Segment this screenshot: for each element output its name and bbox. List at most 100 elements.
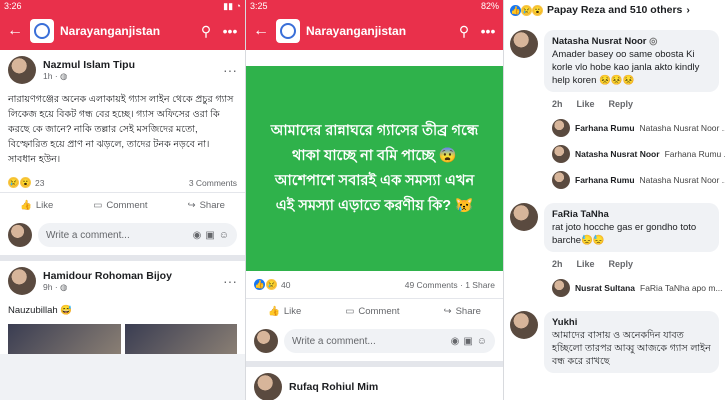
avatar[interactable] [510, 203, 538, 231]
wow-reaction-icon: 😮 [20, 177, 31, 188]
comment-author[interactable]: FaRia TaNha [552, 208, 711, 221]
reply-item[interactable]: Natasha Nusrat Noor Farhana Rumu ... [504, 141, 725, 167]
comment-count[interactable]: 49 Comments [405, 280, 458, 290]
sad-reaction-icon: 😢 [521, 5, 532, 16]
reply-author: Nusrat Sultana [575, 283, 635, 293]
post-more-icon[interactable]: ··· [223, 62, 237, 78]
share-icon: ↪ [443, 306, 452, 317]
screenshot-panel-2: 3:25 82% ← Narayanganjistan ⚲ ••• আমাদের… [245, 0, 503, 400]
comment-author[interactable]: Natasha Nusrat Noor ◎ [552, 35, 711, 48]
post-more-icon[interactable]: ··· [223, 273, 237, 289]
avatar [254, 329, 278, 353]
camera-icon[interactable]: ◉ [451, 336, 460, 347]
comment-age: 2h [552, 99, 563, 109]
back-arrow-icon[interactable]: ← [6, 22, 24, 40]
search-icon[interactable]: ⚲ [455, 23, 473, 40]
comment-author[interactable]: Yukhi [552, 316, 711, 329]
page-avatar[interactable] [276, 19, 300, 43]
comment-meta: 2h Like Reply [504, 256, 725, 275]
comment-item: Yukhi আমাদের বাসায় ও অনেকদিন যাবত হচ্ছি… [504, 307, 725, 377]
page-name[interactable]: Narayanganjistan [306, 24, 449, 38]
post-author[interactable]: Hamidour Rohoman Bijoy [43, 270, 216, 282]
reply-item[interactable]: Farhana Rumu Natasha Nusrat Noor ... [504, 115, 725, 141]
like-button[interactable]: 👍 Like [268, 306, 301, 317]
reply-item[interactable]: Nusrat Sultana FaRia TaNha apo m... [504, 275, 725, 301]
avatar [552, 119, 570, 137]
reply-author: Farhana Rumu [575, 123, 635, 133]
gif-icon[interactable]: ▣ [463, 336, 472, 347]
post-time: 9h · ◍ [43, 282, 216, 293]
camera-icon[interactable]: ◉ [193, 230, 202, 241]
thumbs-up-icon: 👍 [20, 200, 32, 211]
like-label: Like [283, 306, 302, 317]
avatar[interactable] [510, 311, 538, 339]
post-stats: 👍 😢 40 49 Comments · 1 Share [246, 271, 503, 298]
comment-reply-button[interactable]: Reply [609, 259, 634, 269]
post-text: নারায়ণগঞ্জের অনেক এলাকায়ই গ্যাস লাইন থ… [8, 94, 234, 165]
verified-icon: ◎ [649, 36, 658, 47]
comment-count[interactable]: 3 Comments [189, 178, 237, 188]
comment-meta: 2h Like Reply [504, 96, 725, 115]
comment-author-name: Natasha Nusrat Noor [552, 36, 647, 47]
more-icon[interactable]: ••• [221, 23, 239, 39]
like-label: Like [35, 200, 54, 211]
comment-button[interactable]: ▭ Comment [345, 306, 399, 317]
reactors-bar[interactable]: 👍😢😮 Papay Reza and 510 others › [504, 0, 725, 20]
like-button[interactable]: 👍 Like [20, 200, 53, 211]
comment-button[interactable]: ▭ Comment [93, 200, 147, 211]
avatar[interactable] [8, 56, 36, 84]
globe-icon: ◍ [60, 281, 68, 292]
comment-bubble: Yukhi আমাদের বাসায় ও অনেকদিন যাবত হচ্ছি… [544, 311, 719, 373]
comment-input[interactable]: Write a comment... ◉ ▣ ☺ [284, 329, 495, 353]
post-photos[interactable] [0, 324, 245, 354]
reply-text: Natasha Nusrat Noor ... [639, 175, 725, 185]
wow-reaction-icon: 😮 [532, 5, 543, 16]
emoji-icon[interactable]: ☺ [219, 230, 229, 241]
comment-reply-button[interactable]: Reply [609, 99, 634, 109]
comment-like-button[interactable]: Like [577, 99, 595, 109]
share-label: Share [455, 306, 481, 317]
avatar [8, 223, 32, 247]
comment-icon: ▭ [93, 200, 103, 211]
comment-text: আমাদের বাসায় ও অনেকদিন যাবত হচ্ছিলো তার… [552, 330, 711, 367]
reply-text: Farhana Rumu ... [664, 149, 725, 159]
reply-item[interactable]: Farhana Rumu Natasha Nusrat Noor ... [504, 167, 725, 193]
sad-reaction-icon: 😢 [266, 279, 277, 290]
back-arrow-icon[interactable]: ← [252, 22, 270, 40]
search-icon[interactable]: ⚲ [197, 23, 215, 40]
post-author[interactable]: Rufaq Rohiul Mim [289, 381, 495, 393]
emoji-icon[interactable]: ☺ [477, 336, 487, 347]
share-button[interactable]: ↪ Share [188, 200, 225, 211]
avatar[interactable] [510, 30, 538, 58]
comment-item: Natasha Nusrat Noor ◎ Amader basey oo sa… [504, 26, 725, 96]
post-text: Nauzubillah 😅 [8, 305, 73, 316]
status-bar: 3:26 ▮▮ ◔ [0, 0, 245, 12]
post-author-block: Hamidour Rohoman Bijoy 9h · ◍ [43, 270, 216, 293]
comment-like-button[interactable]: Like [577, 259, 595, 269]
more-icon[interactable]: ••• [479, 23, 497, 39]
comment-text: rat joto hocche gas er gondho toto barch… [552, 222, 697, 246]
like-reaction-icon: 👍 [510, 5, 521, 16]
page-avatar[interactable] [30, 19, 54, 43]
avatar[interactable] [254, 373, 282, 400]
post-header: Nazmul Islam Tipu 1h · ◍ ··· [0, 50, 245, 90]
avatar[interactable] [8, 267, 36, 295]
post-header: Rufaq Rohiul Mim [246, 367, 503, 400]
post-text-graphic[interactable]: আমাদের রান্নাঘরে গ্যাসের তীব্র গন্ধে থাক… [246, 66, 503, 271]
comments-shares: 49 Comments · 1 Share [404, 279, 495, 290]
comment-bubble: FaRia TaNha rat joto hocche gas er gondh… [544, 203, 719, 252]
share-count[interactable]: 1 Share [465, 280, 495, 290]
status-time: 3:26 [4, 1, 22, 11]
reaction-count: 40 [281, 279, 291, 290]
reaction-summary[interactable]: 😢 😮 23 [8, 177, 44, 188]
gif-icon[interactable]: ▣ [205, 230, 214, 241]
post-author[interactable]: Nazmul Islam Tipu [43, 59, 216, 71]
graphic-text: আমাদের রান্নাঘরে গ্যাসের তীব্র গন্ধে থাক… [270, 122, 479, 214]
comment-input[interactable]: Write a comment... ◉ ▣ ☺ [38, 223, 237, 247]
reaction-summary[interactable]: 👍 😢 40 [254, 279, 290, 290]
screenshot-panel-1: 3:26 ▮▮ ◔ ← Narayanganjistan ⚲ ••• Nazmu… [0, 0, 245, 400]
comment-composer: Write a comment... ◉ ▣ ☺ [0, 218, 245, 255]
share-button[interactable]: ↪ Share [444, 306, 481, 317]
page-name[interactable]: Narayanganjistan [60, 24, 191, 38]
post-card: Nazmul Islam Tipu 1h · ◍ ··· নারায়ণগঞ্জ… [0, 50, 245, 255]
